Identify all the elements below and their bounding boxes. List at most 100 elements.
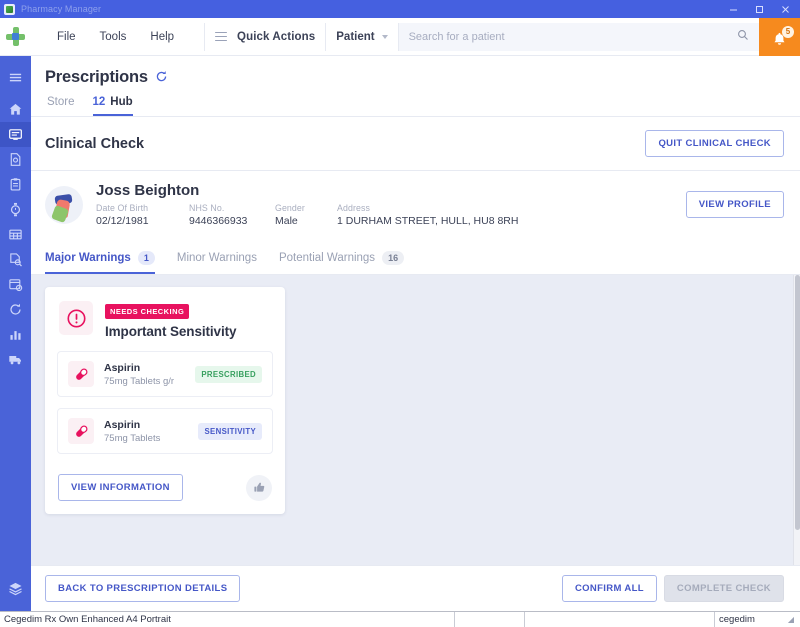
maximize-icon[interactable] <box>746 0 772 18</box>
window-controls <box>720 0 798 18</box>
search-input[interactable] <box>408 30 737 43</box>
tab-hub[interactable]: 12 Hub <box>92 96 133 116</box>
refresh-icon[interactable] <box>155 70 168 86</box>
close-icon[interactable] <box>772 0 798 18</box>
bottom-action-bar: BACK TO PRESCRIPTION DETAILS CONFIRM ALL… <box>31 565 800 611</box>
prescription-source-tabs: Store 12 Hub <box>45 96 786 116</box>
warning-card-footer: VIEW INFORMATION <box>45 465 285 514</box>
thumbs-up-icon[interactable] <box>246 474 272 501</box>
sidebar-item-layers[interactable] <box>0 576 31 601</box>
medication-row[interactable]: Aspirin 75mg Tablets SENSITIVITY <box>57 408 273 454</box>
sidebar-item-deliveries[interactable] <box>0 347 31 372</box>
sidebar-item-history[interactable] <box>0 297 31 322</box>
warning-tabs: Major Warnings 1 Minor Warnings Potentia… <box>31 240 800 275</box>
view-information-button[interactable]: VIEW INFORMATION <box>58 474 183 501</box>
patient-field-gender-label: Gender <box>275 203 305 213</box>
patient-field-gender-value: Male <box>275 215 298 227</box>
page-title: Prescriptions <box>45 68 148 86</box>
tab-minor-warnings[interactable]: Minor Warnings <box>177 240 257 274</box>
tab-potential-warnings-count: 16 <box>382 251 405 265</box>
pharmacy-cross-logo <box>0 18 31 56</box>
patient-field-gender: Gender Male <box>275 203 337 227</box>
patient-search-box[interactable] <box>398 22 759 51</box>
scrollbar-thumb[interactable] <box>795 275 800 531</box>
view-profile-button[interactable]: VIEW PROFILE <box>685 191 784 218</box>
window-titlebar: Pharmacy Manager <box>0 0 800 18</box>
patient-field-nhs-value: 9446366933 <box>189 215 248 227</box>
patient-summary: Joss Beighton Date Of Birth 02/12/1981 N… <box>31 171 800 240</box>
tab-major-warnings[interactable]: Major Warnings 1 <box>45 240 155 274</box>
quick-actions-group[interactable]: Quick Actions <box>204 22 327 51</box>
status-printer: Cegedim Rx Own Enhanced A4 Portrait <box>0 611 455 627</box>
medication-description: 75mg Tablets g/r <box>104 375 175 387</box>
quick-actions-label: Quick Actions <box>237 30 316 43</box>
warning-card-title: Important Sensitivity <box>105 324 237 339</box>
tab-minor-warnings-label: Minor Warnings <box>176 252 257 264</box>
patient-selector[interactable]: Patient <box>326 22 399 51</box>
patient-field-address-value: 1 DURHAM STREET, HULL, HU8 8RH <box>337 215 519 227</box>
medication-description: 75mg Tablets <box>104 432 161 444</box>
sidebar-item-clipboard[interactable] <box>0 172 31 197</box>
sidebar-item-prescriptions[interactable] <box>0 122 31 147</box>
sidebar-item-reports-search[interactable] <box>0 247 31 272</box>
window-title: Pharmacy Manager <box>21 4 102 14</box>
clinical-check-title: Clinical Check <box>45 135 145 152</box>
sidebar-item-grid[interactable] <box>0 222 31 247</box>
left-sidebar <box>0 56 31 611</box>
sidebar-item-menu[interactable] <box>0 65 31 90</box>
medication-name: Aspirin <box>104 361 141 374</box>
status-cell-3 <box>525 611 715 627</box>
sidebar-item-analytics[interactable] <box>0 322 31 347</box>
hamburger-icon[interactable] <box>215 31 228 42</box>
resize-grip-icon[interactable]: ◢ <box>788 615 794 624</box>
status-bar: Cegedim Rx Own Enhanced A4 Portrait cege… <box>0 611 800 627</box>
patient-field-dob-value: 02/12/1981 <box>96 215 149 227</box>
menu-item-tools[interactable]: Tools <box>88 25 139 49</box>
medication-tag: SENSITIVITY <box>198 422 262 440</box>
tab-major-warnings-label: Major Warnings <box>45 252 131 264</box>
sidebar-item-home[interactable] <box>0 97 31 122</box>
sidebar-item-calendar[interactable] <box>0 272 31 297</box>
tab-hub-count: 12 <box>92 96 106 108</box>
warning-card-header: NEEDS CHECKING Important Sensitivity <box>45 287 285 351</box>
exclamation-circle-icon <box>59 301 93 335</box>
medication-name: Aspirin <box>104 418 141 431</box>
sidebar-item-documents[interactable] <box>0 147 31 172</box>
chevron-down-icon[interactable] <box>381 34 388 39</box>
tab-potential-warnings[interactable]: Potential Warnings 16 <box>278 240 405 274</box>
status-cell-2 <box>455 611 525 627</box>
menu-item-help[interactable]: Help <box>138 25 186 49</box>
tab-store-label: Store <box>47 96 75 108</box>
window-app-icon <box>4 3 15 15</box>
application-toolbar: File Tools Help Quick Actions Patient 5 <box>0 18 800 65</box>
clinical-check-header: Clinical Check QUIT CLINICAL CHECK <box>31 117 800 170</box>
warning-card: NEEDS CHECKING Important Sensitivity Asp… <box>45 287 285 514</box>
medication-tag: PRESCRIBED <box>195 365 262 383</box>
menu-item-file[interactable]: File <box>45 25 88 49</box>
quit-clinical-check-button[interactable]: QUIT CLINICAL CHECK <box>645 130 784 157</box>
vertical-scrollbar[interactable] <box>793 275 800 565</box>
patient-field-nhs: NHS No. 9446366933 <box>189 203 275 227</box>
minimize-icon[interactable] <box>720 0 746 18</box>
confirm-all-button[interactable]: CONFIRM ALL <box>561 575 657 602</box>
back-to-prescription-details-button[interactable]: BACK TO PRESCRIPTION DETAILS <box>45 575 241 602</box>
avatar <box>45 185 83 224</box>
medication-row[interactable]: Aspirin 75mg Tablets g/r PRESCRIBED <box>57 351 273 397</box>
page-header: Prescriptions Store 12 Hub <box>31 56 800 116</box>
status-badge: NEEDS CHECKING <box>105 304 190 319</box>
pill-icon <box>68 361 94 387</box>
search-icon[interactable] <box>737 29 749 44</box>
main-content-area: Prescriptions Store 12 Hub Clinical Chec… <box>31 56 800 611</box>
status-company-label: cegedim <box>719 614 755 625</box>
sidebar-item-stock[interactable] <box>0 197 31 222</box>
tab-store[interactable]: Store <box>47 96 75 116</box>
patient-name: Joss Beighton <box>96 182 200 199</box>
tab-potential-warnings-label: Potential Warnings <box>278 252 376 264</box>
tab-hub-label: Hub <box>110 96 133 108</box>
warnings-content: NEEDS CHECKING Important Sensitivity Asp… <box>31 275 800 565</box>
complete-check-button: COMPLETE CHECK <box>663 575 784 602</box>
tab-major-warnings-count: 1 <box>137 251 155 265</box>
patient-field-dob-label: Date Of Birth <box>96 203 149 213</box>
patient-selector-label: Patient <box>336 30 375 43</box>
pill-icon <box>68 418 94 444</box>
